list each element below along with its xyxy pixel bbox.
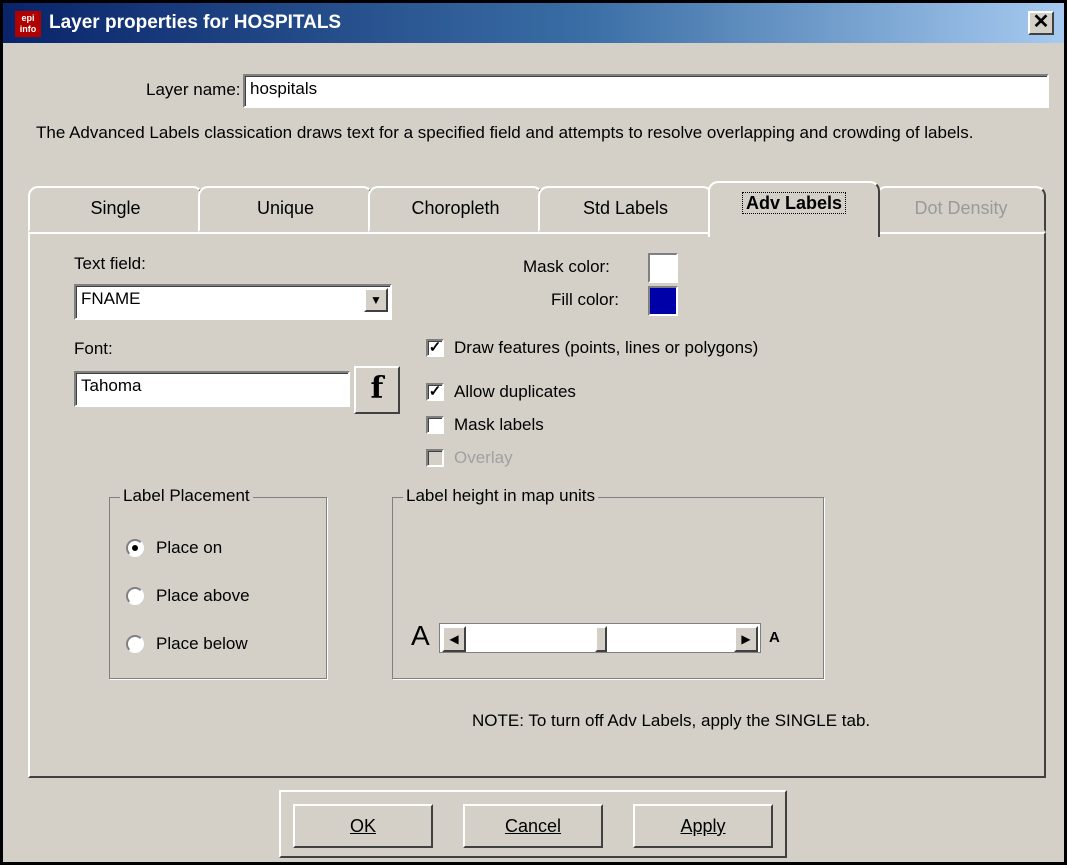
radio-label: Place on xyxy=(156,538,223,557)
overlay-checkbox: Overlay xyxy=(426,448,513,468)
tab-label: Unique xyxy=(256,198,315,218)
radio-label: Place below xyxy=(156,634,248,653)
tab-choropleth[interactable]: Choropleth xyxy=(368,186,543,232)
checkbox-box xyxy=(426,416,444,434)
scroll-left-arrow-icon[interactable]: ◀ xyxy=(442,626,466,652)
tab-label: Choropleth xyxy=(411,198,500,218)
small-a-icon: A xyxy=(411,620,430,651)
ok-label: OK xyxy=(349,816,376,836)
font-picker-button[interactable]: f xyxy=(354,366,400,414)
tab-label: Dot Density xyxy=(914,198,1008,218)
title-bar[interactable]: epi info Layer properties for HOSPITALS … xyxy=(3,3,1064,43)
label-height-slider[interactable]: ◀ ▶ xyxy=(439,623,761,653)
apply-button[interactable]: Apply xyxy=(633,804,773,848)
scroll-right-arrow-icon[interactable]: ▶ xyxy=(734,626,758,652)
tab-single[interactable]: Single xyxy=(28,186,203,232)
group-title: Label height in map units xyxy=(403,486,599,506)
place-below-radio[interactable]: Place below xyxy=(126,634,248,654)
allow-duplicates-checkbox[interactable]: ✓ Allow duplicates xyxy=(426,382,576,402)
layer-name-label: Layer name: xyxy=(146,80,241,99)
layer-name-input[interactable]: hospitals xyxy=(243,74,1049,108)
font-input[interactable]: Tahoma xyxy=(74,371,350,407)
checkbox-label: Draw features (points, lines or polygons… xyxy=(454,338,759,357)
label-placement-group: Label Placement Place on Place above Pla… xyxy=(109,486,327,679)
checkbox-box xyxy=(426,449,444,467)
tab-label: Std Labels xyxy=(582,198,669,218)
tab-dot-density: Dot Density xyxy=(876,186,1046,232)
window-title: Layer properties for HOSPITALS xyxy=(49,12,342,33)
slider-thumb[interactable] xyxy=(595,626,607,652)
radio-circle xyxy=(126,539,144,557)
mask-labels-checkbox[interactable]: Mask labels xyxy=(426,415,544,435)
dropdown-arrow-icon[interactable]: ▼ xyxy=(364,288,388,312)
text-field-select[interactable]: FNAME ▼ xyxy=(74,284,392,320)
fill-color-swatch[interactable] xyxy=(648,286,678,316)
draw-features-checkbox[interactable]: ✓ Draw features (points, lines or polygo… xyxy=(426,338,758,358)
text-field-label: Text field: xyxy=(74,254,146,273)
cancel-button[interactable]: Cancel xyxy=(463,804,603,848)
text-field-value: FNAME xyxy=(81,289,141,308)
mask-color-swatch[interactable] xyxy=(648,253,678,283)
checkbox-label: Overlay xyxy=(454,448,513,467)
place-on-radio[interactable]: Place on xyxy=(126,538,222,558)
note-text: NOTE: To turn off Adv Labels, apply the … xyxy=(472,711,871,730)
radio-label: Place above xyxy=(156,586,250,605)
dialog-button-row: OK Cancel Apply xyxy=(279,790,787,858)
adv-labels-panel: Text field: FNAME ▼ Font: Tahoma f Mask … xyxy=(28,232,1046,778)
large-a-icon: A xyxy=(769,629,780,646)
close-button[interactable]: ✕ xyxy=(1028,11,1054,35)
description-text: The Advanced Labels classication draws t… xyxy=(36,123,974,142)
place-above-radio[interactable]: Place above xyxy=(126,586,250,606)
checkbox-box: ✓ xyxy=(426,339,444,357)
tab-label: Adv Labels xyxy=(741,192,847,214)
tab-label: Single xyxy=(90,198,141,218)
label-height-group: Label height in map units A ◀ ▶ A xyxy=(392,486,824,679)
group-title: Label Placement xyxy=(120,486,253,506)
epi-info-icon: epi info xyxy=(15,11,41,37)
checkbox-box: ✓ xyxy=(426,383,444,401)
apply-label: Apply xyxy=(680,816,726,836)
font-label: Font: xyxy=(74,339,113,358)
radio-circle xyxy=(126,635,144,653)
checkbox-label: Mask labels xyxy=(454,415,544,434)
mask-color-label: Mask color: xyxy=(523,257,610,276)
checkbox-label: Allow duplicates xyxy=(454,382,576,401)
fill-color-label: Fill color: xyxy=(551,290,620,309)
ok-button[interactable]: OK xyxy=(293,804,433,848)
tab-adv-labels[interactable]: Adv Labels xyxy=(708,181,880,237)
cancel-label: Cancel xyxy=(504,816,562,836)
radio-circle xyxy=(126,587,144,605)
layer-properties-dialog: epi info Layer properties for HOSPITALS … xyxy=(0,0,1067,865)
tab-unique[interactable]: Unique xyxy=(198,186,373,232)
tab-std-labels[interactable]: Std Labels xyxy=(538,186,713,232)
